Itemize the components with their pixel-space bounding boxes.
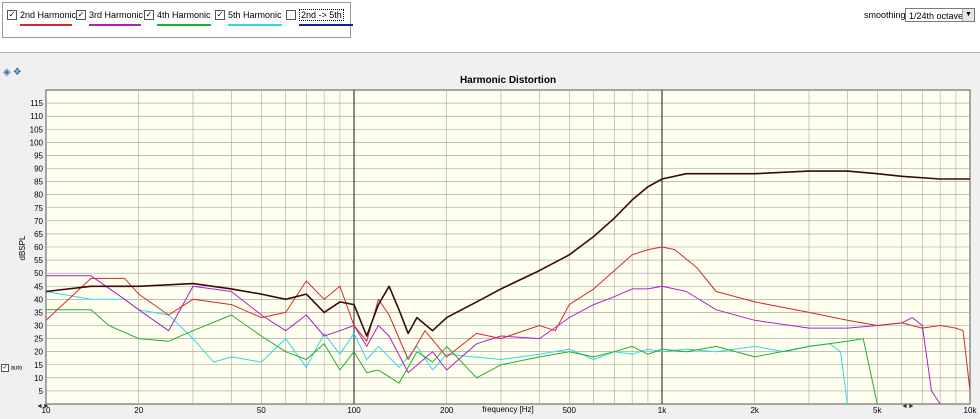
legend-swatch [299, 24, 353, 26]
toolbar: ✓ 2nd Harmonic ✓ 3rd Harmonic ✓ 4th Harm… [0, 0, 980, 53]
checkbox-5th-harmonic[interactable]: ✓ [215, 10, 225, 20]
y-tick-label: 50 [34, 269, 43, 278]
y-tick-label: 105 [30, 125, 44, 134]
y-tick-label: 90 [34, 165, 43, 174]
x-axis-label: frequency [Hz] [482, 405, 534, 414]
checkbox-2nd-to-5th[interactable] [286, 10, 296, 20]
y-tick-label: 35 [34, 308, 43, 317]
y-tick-label: 5 [39, 387, 44, 396]
x-tick-label: 500 [563, 406, 577, 415]
x-tick-label: 2k [750, 406, 759, 415]
x-tick-label: 20 [134, 406, 143, 415]
y-tick-label: 65 [34, 230, 43, 239]
y-tick-label: 25 [34, 335, 43, 344]
x-tick-label: 200 [440, 406, 454, 415]
y-tick-label: 85 [34, 178, 43, 187]
checkbox-2nd-harmonic[interactable]: ✓ [7, 10, 17, 20]
legend-swatch [89, 24, 141, 26]
smoothing-select[interactable]: 1/24th octave ▼ [905, 8, 975, 22]
y-tick-label: 20 [34, 348, 43, 357]
legend-swatch [20, 24, 72, 26]
y-tick-label: 40 [34, 295, 43, 304]
checkbox-3rd-harmonic[interactable]: ✓ [76, 10, 86, 20]
y-tick-label: 75 [34, 204, 43, 213]
smoothing-value: 1/24th octave [909, 11, 964, 21]
legend-swatch [157, 24, 211, 26]
legend-label: 2nd Harmonic [20, 10, 77, 20]
legend-label: 2nd -> 5th [299, 9, 344, 21]
legend-label: 5th Harmonic [228, 10, 282, 20]
y-tick-label: 60 [34, 243, 43, 252]
y-tick-label: 15 [34, 361, 43, 370]
x-tick-label: 50 [257, 406, 266, 415]
y-tick-label: 30 [34, 322, 43, 331]
y-tick-label: 95 [34, 151, 43, 160]
y-tick-label: 100 [30, 138, 44, 147]
y-tick-label: 45 [34, 282, 43, 291]
legend-swatch [228, 24, 282, 26]
chart-title: Harmonic Distortion [460, 75, 556, 86]
x-tick-label: 10k [964, 406, 978, 415]
y-axis-label: dBSPL [18, 235, 27, 260]
x-tick-label: 5k [873, 406, 882, 415]
y-tick-label: 55 [34, 256, 43, 265]
chevron-down-icon[interactable]: ▼ [962, 9, 974, 21]
y-tick-label: 115 [30, 99, 43, 108]
y-tick-label: 80 [34, 191, 43, 200]
legend-panel: ✓ 2nd Harmonic ✓ 3rd Harmonic ✓ 4th Harm… [2, 2, 353, 38]
y-tick-label: 110 [30, 112, 43, 121]
y-tick-label: 70 [34, 217, 43, 226]
checkbox-4th-harmonic[interactable]: ✓ [144, 10, 154, 20]
harmonic-distortion-chart: 5 10 15 20 25 30 35 40 45 50 55 60 65 70 75 80 85 90 95 100… [18, 75, 978, 415]
x-tick-label: 100 [347, 406, 361, 415]
x-tick-label: 1k [658, 406, 667, 415]
legend-label: 3rd Harmonic [89, 10, 144, 20]
scroll-right-arrows[interactable]: ◄► [901, 403, 915, 410]
smoothing-label: smoothing [864, 10, 906, 20]
scroll-left-arrows[interactable]: ◄► [36, 403, 50, 410]
y-tick-label: 10 [34, 374, 43, 383]
legend-label: 4th Harmonic [157, 10, 211, 20]
